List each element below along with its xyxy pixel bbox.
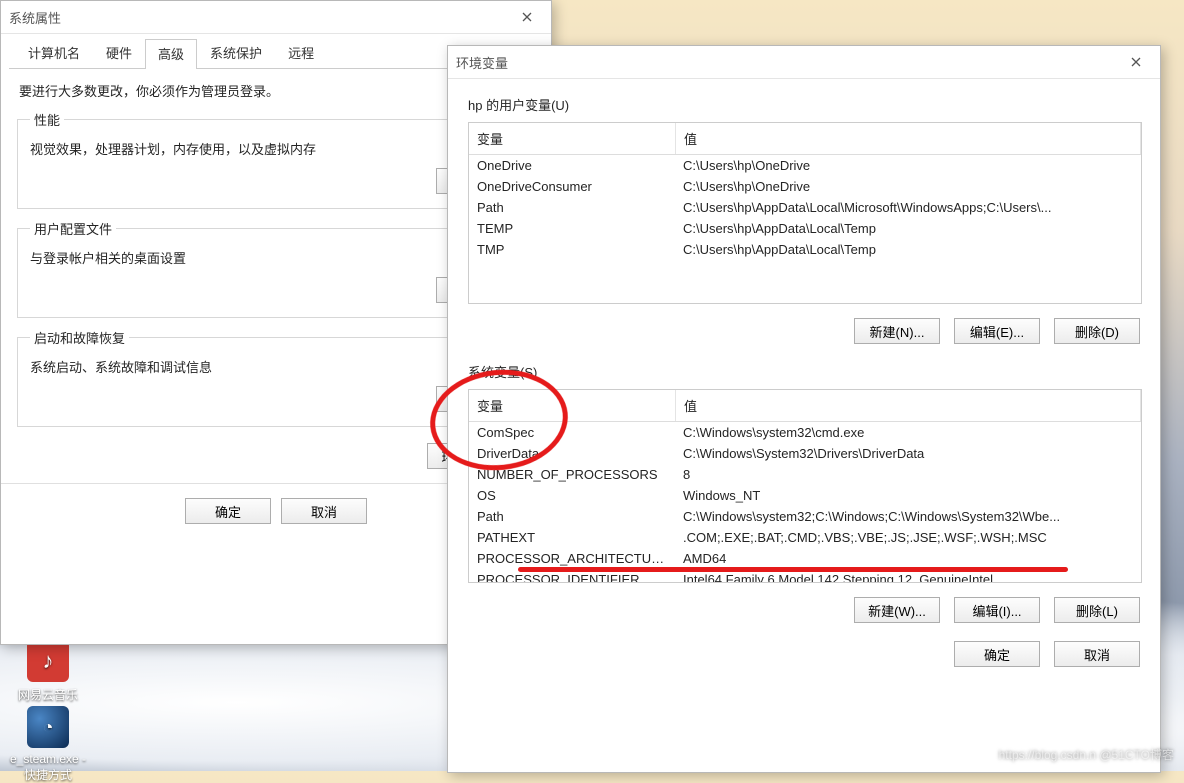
col-variable[interactable]: 变量 bbox=[469, 123, 676, 154]
table-row[interactable]: NUMBER_OF_PROCESSORS8 bbox=[469, 464, 1141, 485]
table-row[interactable]: PROCESSOR_ARCHITECTUREAMD64 bbox=[469, 548, 1141, 569]
cell-variable: PROCESSOR_IDENTIFIER bbox=[469, 569, 675, 583]
cell-variable: OneDriveConsumer bbox=[469, 176, 675, 197]
system-vars-label: 系统变量(S) bbox=[468, 362, 1140, 381]
user-delete-button[interactable]: 删除(D) bbox=[1054, 318, 1140, 344]
table-row[interactable]: PATHEXT.COM;.EXE;.BAT;.CMD;.VBS;.VBE;.JS… bbox=[469, 527, 1141, 548]
sys-new-button[interactable]: 新建(W)... bbox=[854, 597, 940, 623]
steam-icon: ◔ bbox=[27, 706, 69, 748]
tab-hardware[interactable]: 硬件 bbox=[93, 38, 145, 68]
titlebar[interactable]: 环境变量 bbox=[448, 46, 1160, 79]
user-vars-rows[interactable]: OneDriveC:\Users\hp\OneDriveOneDriveCons… bbox=[469, 155, 1141, 304]
cell-value: C:\Users\hp\AppData\Local\Temp bbox=[675, 239, 1141, 260]
icon-label: 网易云音乐 bbox=[8, 686, 88, 703]
environment-variables-dialog: 环境变量 hp 的用户变量(U) 变量 值 OneDriveC:\Users\h… bbox=[447, 45, 1161, 773]
close-button[interactable] bbox=[511, 5, 543, 29]
table-row[interactable]: PROCESSOR_IDENTIFIERIntel64 Family 6 Mod… bbox=[469, 569, 1141, 583]
cell-variable: DriverData bbox=[469, 443, 675, 464]
system-vars-table: 变量 值 ComSpecC:\Windows\system32\cmd.exeD… bbox=[468, 389, 1142, 583]
table-row[interactable]: DriverDataC:\Windows\System32\Drivers\Dr… bbox=[469, 443, 1141, 464]
cell-value: C:\Windows\system32\cmd.exe bbox=[675, 422, 1141, 443]
cell-variable: TEMP bbox=[469, 218, 675, 239]
user-new-button[interactable]: 新建(N)... bbox=[854, 318, 940, 344]
cell-variable: ComSpec bbox=[469, 422, 675, 443]
watermark: https://blog.csdn.n @51CTO博客 bbox=[999, 746, 1174, 763]
cell-value: C:\Windows\System32\Drivers\DriverData bbox=[675, 443, 1141, 464]
tab-computer-name[interactable]: 计算机名 bbox=[15, 38, 93, 68]
col-value[interactable]: 值 bbox=[676, 390, 1141, 421]
cell-value: C:\Users\hp\AppData\Local\Temp bbox=[675, 218, 1141, 239]
cell-variable: OneDrive bbox=[469, 155, 675, 176]
cell-value: C:\Users\hp\OneDrive bbox=[675, 155, 1141, 176]
tab-advanced[interactable]: 高级 bbox=[145, 39, 197, 69]
system-vars-rows[interactable]: ComSpecC:\Windows\system32\cmd.exeDriver… bbox=[469, 422, 1141, 583]
cell-variable: NUMBER_OF_PROCESSORS bbox=[469, 464, 675, 485]
cell-variable: PATHEXT bbox=[469, 527, 675, 548]
group-legend: 用户配置文件 bbox=[30, 219, 116, 238]
sys-delete-button[interactable]: 删除(L) bbox=[1054, 597, 1140, 623]
col-variable[interactable]: 变量 bbox=[469, 390, 676, 421]
cell-variable: TMP bbox=[469, 239, 675, 260]
table-header: 变量 值 bbox=[469, 123, 1141, 155]
cell-value: C:\Windows\system32;C:\Windows;C:\Window… bbox=[675, 506, 1141, 527]
cell-value: .COM;.EXE;.BAT;.CMD;.VBS;.VBE;.JS;.JSE;.… bbox=[675, 527, 1141, 548]
cell-variable: Path bbox=[469, 197, 675, 218]
user-vars-table: 变量 值 OneDriveC:\Users\hp\OneDriveOneDriv… bbox=[468, 122, 1142, 304]
cell-variable: Path bbox=[469, 506, 675, 527]
table-row[interactable]: TEMPC:\Users\hp\AppData\Local\Temp bbox=[469, 218, 1141, 239]
cancel-button[interactable]: 取消 bbox=[1054, 641, 1140, 667]
table-row[interactable]: ComSpecC:\Windows\system32\cmd.exe bbox=[469, 422, 1141, 443]
table-row[interactable]: OneDriveC:\Users\hp\OneDrive bbox=[469, 155, 1141, 176]
cell-value: Intel64 Family 6 Model 142 Stepping 12, … bbox=[675, 569, 1141, 583]
table-row[interactable]: PathC:\Windows\system32;C:\Windows;C:\Wi… bbox=[469, 506, 1141, 527]
music-icon: ♪ bbox=[27, 640, 69, 682]
table-row[interactable]: OSWindows_NT bbox=[469, 485, 1141, 506]
group-legend: 启动和故障恢复 bbox=[30, 328, 129, 347]
close-button[interactable] bbox=[1120, 50, 1152, 74]
cell-value: 8 bbox=[675, 464, 1141, 485]
window-title: 系统属性 bbox=[9, 8, 511, 27]
cell-variable: PROCESSOR_ARCHITECTURE bbox=[469, 548, 675, 569]
table-row[interactable]: TMPC:\Users\hp\AppData\Local\Temp bbox=[469, 239, 1141, 260]
user-vars-label: hp 的用户变量(U) bbox=[468, 95, 1140, 114]
ok-button[interactable]: 确定 bbox=[185, 498, 271, 524]
cancel-button[interactable]: 取消 bbox=[281, 498, 367, 524]
tab-system-protection[interactable]: 系统保护 bbox=[197, 38, 275, 68]
cell-value: AMD64 bbox=[675, 548, 1141, 569]
table-row[interactable]: OneDriveConsumerC:\Users\hp\OneDrive bbox=[469, 176, 1141, 197]
ok-button[interactable]: 确定 bbox=[954, 641, 1040, 667]
table-header: 变量 值 bbox=[469, 390, 1141, 422]
group-legend: 性能 bbox=[30, 110, 64, 129]
cell-value: C:\Users\hp\AppData\Local\Microsoft\Wind… bbox=[675, 197, 1141, 218]
cell-variable: OS bbox=[469, 485, 675, 506]
col-value[interactable]: 值 bbox=[676, 123, 1141, 154]
table-row[interactable]: PathC:\Users\hp\AppData\Local\Microsoft\… bbox=[469, 197, 1141, 218]
cell-value: Windows_NT bbox=[675, 485, 1141, 506]
desktop-icon-music[interactable]: ♪ 网易云音乐 bbox=[8, 640, 88, 703]
tab-remote[interactable]: 远程 bbox=[275, 38, 327, 68]
titlebar[interactable]: 系统属性 bbox=[1, 1, 551, 34]
desktop-icon-steam[interactable]: ◔ e_steam.exe - 快捷方式 bbox=[8, 706, 88, 783]
icon-label: e_steam.exe - 快捷方式 bbox=[8, 752, 88, 783]
window-title: 环境变量 bbox=[456, 53, 1120, 72]
cell-value: C:\Users\hp\OneDrive bbox=[675, 176, 1141, 197]
sys-edit-button[interactable]: 编辑(I)... bbox=[954, 597, 1040, 623]
user-edit-button[interactable]: 编辑(E)... bbox=[954, 318, 1040, 344]
